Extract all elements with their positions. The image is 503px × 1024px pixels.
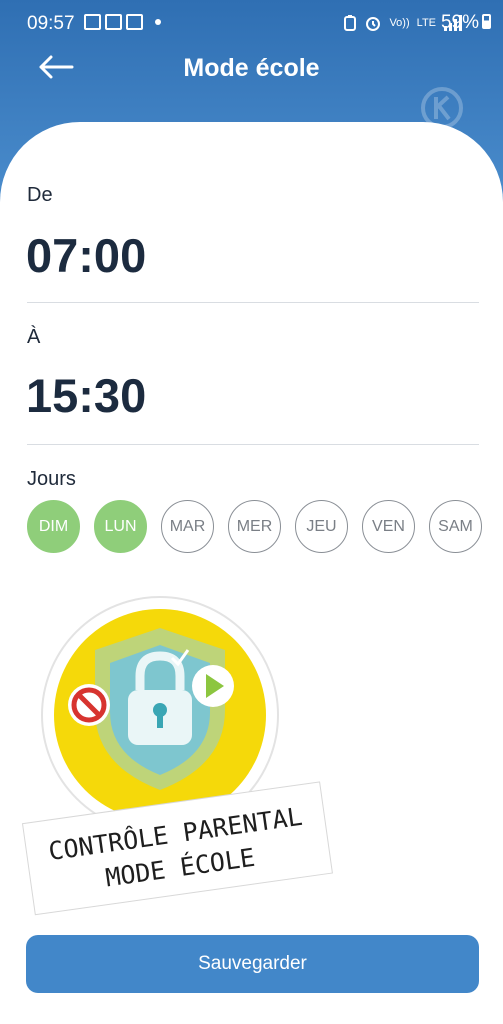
notification-icons [84,14,161,30]
day-toggle-tuesday[interactable]: MAR [161,500,214,553]
gallery-icon [84,14,101,30]
from-time[interactable]: 07:00 [26,228,146,283]
status-bar: 09:57 Vo)) LTE 59% [0,0,503,46]
divider [27,302,479,303]
divider [27,444,479,445]
to-label: À [27,326,41,348]
notification-app-icon [105,14,122,30]
battery-saver-icon [344,15,357,31]
volte-label: Vo)) [389,17,410,29]
day-toggle-monday[interactable]: LUN [94,500,147,553]
day-toggle-saturday[interactable]: SAM [429,500,482,553]
day-toggle-thursday[interactable]: JEU [295,500,348,553]
days-label: Jours [27,468,76,490]
notification-app-icon [126,14,143,30]
battery-percent: 59% [440,12,479,33]
day-toggle-sunday[interactable]: DIM [27,500,80,553]
day-toggle-wednesday[interactable]: MER [228,500,281,553]
more-notifications-icon [155,19,161,25]
to-time[interactable]: 15:30 [26,368,146,423]
battery-indicator: 59% [441,12,491,34]
from-label: De [27,184,53,206]
status-time: 09:57 [27,13,75,34]
alarm-icon [366,17,381,31]
parental-control-illustration: CONTRÔLE PARENTAL MODE ÉCOLE [21,596,333,916]
save-button[interactable]: Sauvegarder [26,935,479,993]
day-toggle-friday[interactable]: VEN [362,500,415,553]
lte-label: LTE [416,17,436,29]
page-title: Mode école [183,54,320,82]
battery-icon [482,14,491,29]
day-selector: DIM LUN MAR MER JEU VEN SAM [27,500,482,553]
